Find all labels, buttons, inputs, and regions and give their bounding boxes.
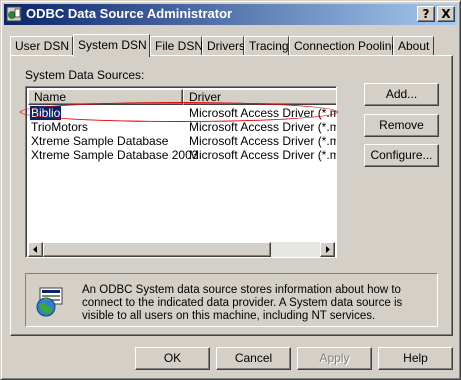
help-button[interactable]: Help (378, 347, 453, 370)
tab-user-dsn[interactable]: User DSN (10, 36, 73, 56)
horizontal-scrollbar[interactable] (28, 242, 335, 257)
list-item[interactable]: Biblio Microsoft Access Driver (*.mdb) (28, 105, 336, 121)
dsn-name: TrioMotors (31, 120, 88, 134)
remove-button[interactable]: Remove (364, 114, 439, 137)
list-item[interactable]: TrioMotors Microsoft Access Driver (*.md… (28, 120, 336, 134)
list-item[interactable]: Xtreme Sample Database 2003 Microsoft Ac… (28, 148, 336, 162)
list-item[interactable]: Xtreme Sample Database Microsoft Access … (28, 134, 336, 148)
dsn-name: Biblio (28, 105, 63, 121)
tab-drivers[interactable]: Drivers (202, 36, 245, 56)
title-bar: ODBC Data Source Administrator ? X (4, 4, 457, 25)
apply-button[interactable]: Apply (297, 347, 372, 370)
system-data-sources-label: System Data Sources: (25, 68, 145, 82)
dsn-name: Xtreme Sample Database 2003 (31, 148, 199, 162)
tab-file-dsn[interactable]: File DSN (150, 36, 203, 56)
scroll-thumb[interactable] (43, 242, 271, 257)
odbc-app-icon (6, 6, 22, 22)
dsn-driver: Microsoft Access Driver (*.mdb) (189, 106, 336, 120)
dsn-driver: Microsoft Access Driver (*.mdb) (189, 148, 336, 162)
dsn-driver: Microsoft Access Driver (*.mdb) (189, 120, 336, 134)
cancel-button[interactable]: Cancel (216, 347, 291, 370)
ok-button[interactable]: OK (135, 347, 210, 370)
data-sources-list[interactable]: Name Driver Biblio Microsoft Access Driv… (25, 86, 337, 258)
configure-button[interactable]: Configure... (364, 144, 439, 167)
arrow-left-icon (33, 246, 37, 253)
column-header-name[interactable]: Name (28, 89, 183, 105)
dsn-name: Xtreme Sample Database (31, 134, 169, 148)
scroll-left-button[interactable] (28, 242, 43, 257)
help-title-button[interactable]: ? (417, 6, 435, 22)
tab-tracing[interactable]: Tracing (244, 36, 289, 56)
tab-connection-pooling[interactable]: Connection Pooling (289, 36, 398, 56)
arrow-right-icon (326, 246, 330, 253)
window-title: ODBC Data Source Administrator (26, 6, 233, 21)
odbc-dialog-window: ODBC Data Source Administrator ? X User … (0, 0, 461, 380)
tab-about[interactable]: About (393, 36, 434, 56)
column-header-driver[interactable]: Driver (183, 89, 336, 105)
add-button[interactable]: Add... (364, 83, 439, 106)
globe-database-icon (36, 287, 63, 317)
info-text: An ODBC System data source stores inform… (82, 284, 403, 322)
dsn-driver: Microsoft Access Driver (*.mdb) (189, 134, 336, 148)
tab-system-dsn[interactable]: System DSN (73, 34, 150, 57)
close-title-button[interactable]: X (437, 6, 455, 22)
scroll-right-button[interactable] (320, 242, 335, 257)
